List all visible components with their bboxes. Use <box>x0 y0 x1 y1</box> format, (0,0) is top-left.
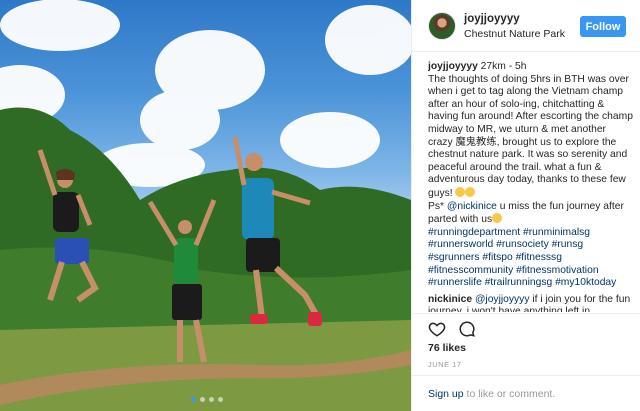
post-side-panel: joyjjoyyyy Chestnut Nature Park Follow j… <box>411 0 640 411</box>
comment-mention[interactable]: @joyjjoyyyy <box>475 294 530 305</box>
signup-prompt: Sign up to like or comment. <box>428 388 555 400</box>
carousel-dots <box>191 397 223 402</box>
caption-text-3: Ps* <box>428 200 447 212</box>
signup-text: to like or comment. <box>463 388 556 400</box>
caption-text-2: The thoughts of doing 5hrs in BTH was ov… <box>428 73 633 199</box>
likes-count[interactable]: 76 likes <box>428 342 466 354</box>
post-photo[interactable] <box>0 0 411 411</box>
post-actions <box>428 320 476 338</box>
smile-emoji-icon <box>465 186 476 197</box>
caption-text-1: 27km - 5h <box>477 61 527 72</box>
comments-list[interactable]: joyjjoyyyy 27km - 5h The thoughts of doi… <box>428 61 633 312</box>
header-username[interactable]: joyjjoyyyy <box>464 13 520 25</box>
avatar[interactable] <box>428 12 456 40</box>
comment-icon[interactable] <box>458 320 476 338</box>
carousel-dot[interactable] <box>200 397 205 402</box>
caption-hashtags[interactable]: #runningdepartment #runminimalsg #runner… <box>428 227 616 288</box>
caption-mention[interactable]: @nickinice <box>447 201 497 212</box>
wink-emoji-icon <box>492 213 503 224</box>
post-date: JUNE 17 <box>428 360 462 369</box>
carousel-dot[interactable] <box>209 397 214 402</box>
follow-button[interactable]: Follow <box>580 16 626 37</box>
comment: nickinice @joyjjoyyyy if i join you for … <box>428 294 633 312</box>
post-header: joyjjoyyyy Chestnut Nature Park Follow <box>412 0 640 52</box>
photo-scene <box>0 0 411 411</box>
divider <box>412 375 640 376</box>
heart-icon[interactable] <box>428 320 446 338</box>
divider <box>412 313 640 314</box>
caption-username[interactable]: joyjjoyyyy <box>428 61 478 72</box>
header-location[interactable]: Chestnut Nature Park <box>464 28 565 40</box>
carousel-dot[interactable] <box>191 397 196 402</box>
smile-emoji-icon <box>455 186 466 197</box>
carousel-dot[interactable] <box>218 397 223 402</box>
comment-username[interactable]: nickinice <box>428 294 472 305</box>
caption: joyjjoyyyy 27km - 5h The thoughts of doi… <box>428 61 633 290</box>
signup-link[interactable]: Sign up <box>428 388 464 400</box>
